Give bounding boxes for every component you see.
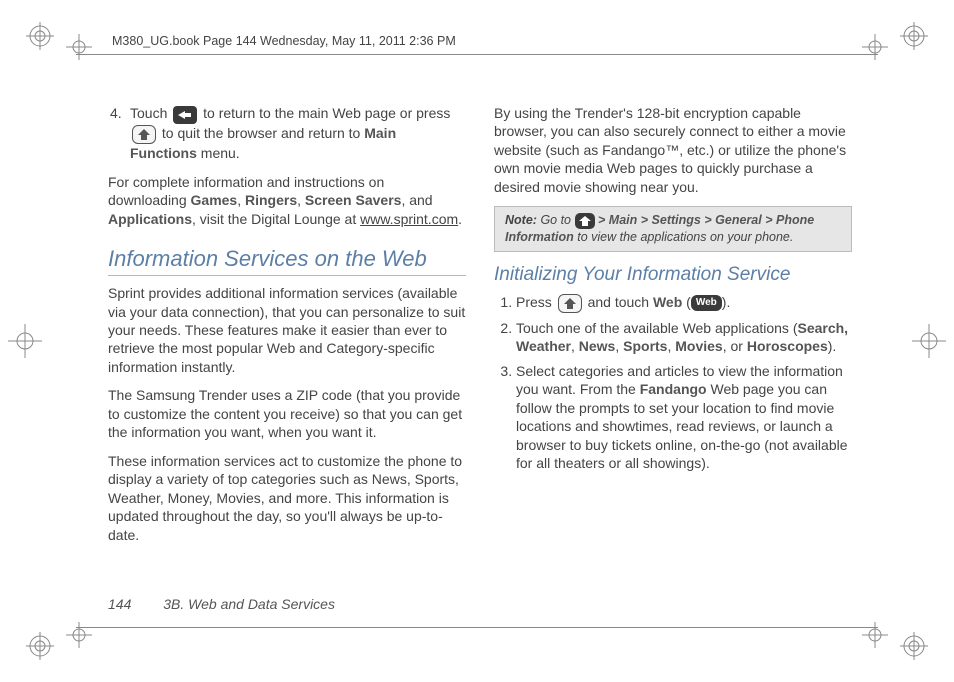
footer-rule <box>76 627 878 628</box>
paragraph: The Samsung Trender uses a ZIP code (tha… <box>108 386 466 441</box>
text: Touch one of the available Web applicati… <box>516 320 797 336</box>
gt: > <box>598 213 605 227</box>
text: menu. <box>201 145 240 161</box>
gt: > <box>765 213 772 227</box>
bold-text: Settings <box>652 213 701 227</box>
step-3: Select categories and articles to view t… <box>516 362 852 473</box>
bold-text: Screen Savers <box>305 192 402 208</box>
bold-text: Ringers <box>245 192 297 208</box>
home-key-icon <box>132 125 156 144</box>
section-title: 3B. Web and Data Services <box>163 596 335 612</box>
home-key-solid-icon <box>575 213 595 229</box>
text: , visit the Digital Lounge at <box>192 211 356 227</box>
bold-text: Fandango <box>640 381 707 397</box>
note-label: Note: <box>505 213 537 227</box>
paragraph: By using the Trender's 128-bit encryptio… <box>494 104 852 196</box>
bold-text: Sports <box>623 338 667 354</box>
link-text: www.sprint.com <box>360 211 458 227</box>
registration-cross-icon <box>62 30 96 64</box>
running-header: M380_UG.book Page 144 Wednesday, May 11,… <box>112 34 456 48</box>
registration-mark-corner <box>26 632 54 660</box>
page-content: Touch to return to the main Web page or … <box>108 104 852 554</box>
gt: > <box>704 213 711 227</box>
back-key-icon <box>173 106 197 124</box>
section-heading: Information Services on the Web <box>108 244 466 276</box>
paragraph: For complete information and instruction… <box>108 173 466 228</box>
note-box: Note: Go to > Main > Settings > General … <box>494 206 852 251</box>
steps-list: Press and touch Web (Web). Touch one of … <box>494 293 852 473</box>
registration-mark-corner <box>26 22 54 50</box>
page-footer: 144 3B. Web and Data Services <box>108 596 335 612</box>
registration-mark-corner <box>900 22 928 50</box>
text: Go to <box>540 213 571 227</box>
text: ). <box>828 338 837 354</box>
bold-text: Applications <box>108 211 192 227</box>
paragraph: These information services act to custom… <box>108 452 466 544</box>
text: , or <box>723 338 743 354</box>
text: Press <box>516 294 552 310</box>
bold-text: General <box>715 213 762 227</box>
text: to return to the main Web page or press <box>203 105 450 121</box>
right-column: By using the Trender's 128-bit encryptio… <box>494 104 852 554</box>
step-4: Touch to return to the main Web page or … <box>108 104 466 163</box>
text: Touch <box>130 105 167 121</box>
registration-cross-icon <box>858 30 892 64</box>
web-badge-icon: Web <box>691 295 722 310</box>
paragraph: Sprint provides additional information s… <box>108 284 466 376</box>
bold-text: News <box>579 338 616 354</box>
text: ). <box>722 294 731 310</box>
text: to view the applications on your phone. <box>577 230 793 244</box>
registration-cross-icon <box>62 618 96 652</box>
gt: > <box>641 213 648 227</box>
registration-cross-icon <box>858 618 892 652</box>
registration-cross-icon <box>912 324 946 358</box>
text: , <box>297 192 301 208</box>
step-1: Press and touch Web (Web). <box>516 293 852 313</box>
text: , and <box>401 192 432 208</box>
bold-text: Web <box>653 294 682 310</box>
text: to quit the browser and return to <box>162 125 360 141</box>
page-number: 144 <box>108 596 131 612</box>
left-column: Touch to return to the main Web page or … <box>108 104 466 554</box>
bold-text: Games <box>191 192 238 208</box>
bold-text: Movies <box>675 338 722 354</box>
text: , <box>237 192 241 208</box>
step-2: Touch one of the available Web applicati… <box>516 319 852 356</box>
header-rule <box>76 54 878 55</box>
registration-cross-icon <box>8 324 42 358</box>
text: and touch <box>588 294 650 310</box>
subsection-heading: Initializing Your Information Service <box>494 262 852 287</box>
home-key-icon <box>558 294 582 313</box>
bold-text: Horoscopes <box>747 338 828 354</box>
bold-text: Main <box>609 213 637 227</box>
registration-mark-corner <box>900 632 928 660</box>
